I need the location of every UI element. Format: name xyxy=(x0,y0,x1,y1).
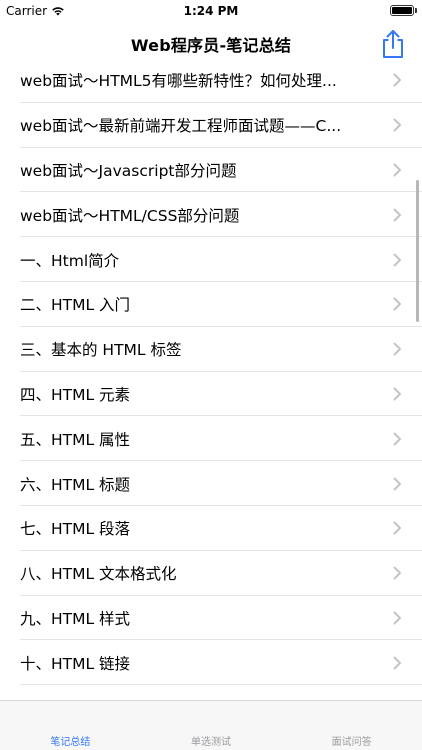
list-item-label: 七、HTML 段落 xyxy=(20,520,131,539)
list-item-label: 九、HTML 样式 xyxy=(20,609,131,628)
list-item-label: 十、HTML 链接 xyxy=(20,654,131,673)
status-time: 1:24 PM xyxy=(183,4,239,18)
chevron-right-icon xyxy=(393,566,401,580)
list-item-label: 四、HTML 元素 xyxy=(20,385,131,404)
chevron-right-icon xyxy=(393,253,401,267)
tab-bar: 笔记总结 单选测试 面试问答 xyxy=(0,700,422,750)
list-item[interactable]: 十、HTML 链接 xyxy=(0,640,422,685)
list-item-label: 六、HTML 标题 xyxy=(20,475,131,494)
chevron-right-icon xyxy=(393,387,401,401)
battery-fill xyxy=(392,7,412,14)
list-item-label: web面试～HTML/CSS部分问题 xyxy=(20,206,240,225)
tab-interview-label: 面试问答 xyxy=(331,737,372,748)
chevron-right-icon xyxy=(393,297,401,311)
tab-interview-qa[interactable]: 面试问答 xyxy=(281,701,422,750)
list-item-label: 二、HTML 入门 xyxy=(20,296,131,315)
app-screen: Carrier 1:24 PM Web程序员-笔记总结 web面试～HTML5有… xyxy=(0,0,422,750)
chevron-right-icon xyxy=(393,521,401,535)
page-title: Web程序员-笔记总结 xyxy=(130,36,292,55)
chevron-right-icon xyxy=(393,656,401,670)
chevron-right-icon xyxy=(393,342,401,356)
chevron-right-icon xyxy=(393,208,401,222)
tab-notes[interactable]: 笔记总结 xyxy=(0,701,141,750)
tab-notes-label: 笔记总结 xyxy=(50,737,91,748)
list-item[interactable]: 七、HTML 段落 xyxy=(0,506,422,551)
status-bar: Carrier 1:24 PM xyxy=(0,0,422,22)
list-item[interactable]: web面试～HTML5有哪些新特性？如何处理... xyxy=(0,58,422,103)
list-item-label: 五、HTML 属性 xyxy=(20,430,131,449)
list-item[interactable]: 一、Html简介 xyxy=(0,237,422,282)
list-item-label: 八、HTML 文本格式化 xyxy=(20,565,177,584)
chevron-right-icon xyxy=(393,118,401,132)
battery-icon xyxy=(390,5,414,16)
list-item-label: 一、Html简介 xyxy=(20,251,120,270)
tab-quiz-label: 单选测试 xyxy=(191,737,231,748)
list-item[interactable]: web面试～最新前端开发工程师面试题——C... xyxy=(0,103,422,148)
list-item-label: 三、基本的 HTML 标签 xyxy=(20,341,182,360)
share-icon[interactable] xyxy=(378,28,408,60)
list-item[interactable]: 四、HTML 元素 xyxy=(0,372,422,417)
battery-tip xyxy=(415,8,417,13)
list-item[interactable]: 五、HTML 属性 xyxy=(0,416,422,461)
chevron-right-icon xyxy=(393,73,401,87)
list-item[interactable]: 三、基本的 HTML 标签 xyxy=(0,327,422,372)
notes-list[interactable]: web面试～HTML5有哪些新特性？如何处理... web面试～最新前端开发工程… xyxy=(0,58,422,698)
list-item[interactable]: 九、HTML 样式 xyxy=(0,596,422,641)
list-item-label: web面试～HTML5有哪些新特性？如何处理... xyxy=(20,72,337,91)
chevron-right-icon xyxy=(393,432,401,446)
chevron-right-icon xyxy=(393,611,401,625)
tab-single-choice-quiz[interactable]: 单选测试 xyxy=(141,701,282,750)
list-item-label: web面试～最新前端开发工程师面试题——C... xyxy=(20,117,342,136)
list-item[interactable]: 六、HTML 标题 xyxy=(0,461,422,506)
list-item[interactable]: web面试～HTML/CSS部分问题 xyxy=(0,192,422,237)
list-item[interactable]: web面试～Javascript部分问题 xyxy=(0,148,422,193)
chevron-right-icon xyxy=(393,163,401,177)
list-item[interactable]: 二、HTML 入门 xyxy=(0,282,422,327)
chevron-right-icon xyxy=(393,477,401,491)
list-item-label: web面试～Javascript部分问题 xyxy=(20,161,237,180)
scroll-indicator[interactable] xyxy=(416,180,419,322)
list-item[interactable]: 八、HTML 文本格式化 xyxy=(0,551,422,596)
